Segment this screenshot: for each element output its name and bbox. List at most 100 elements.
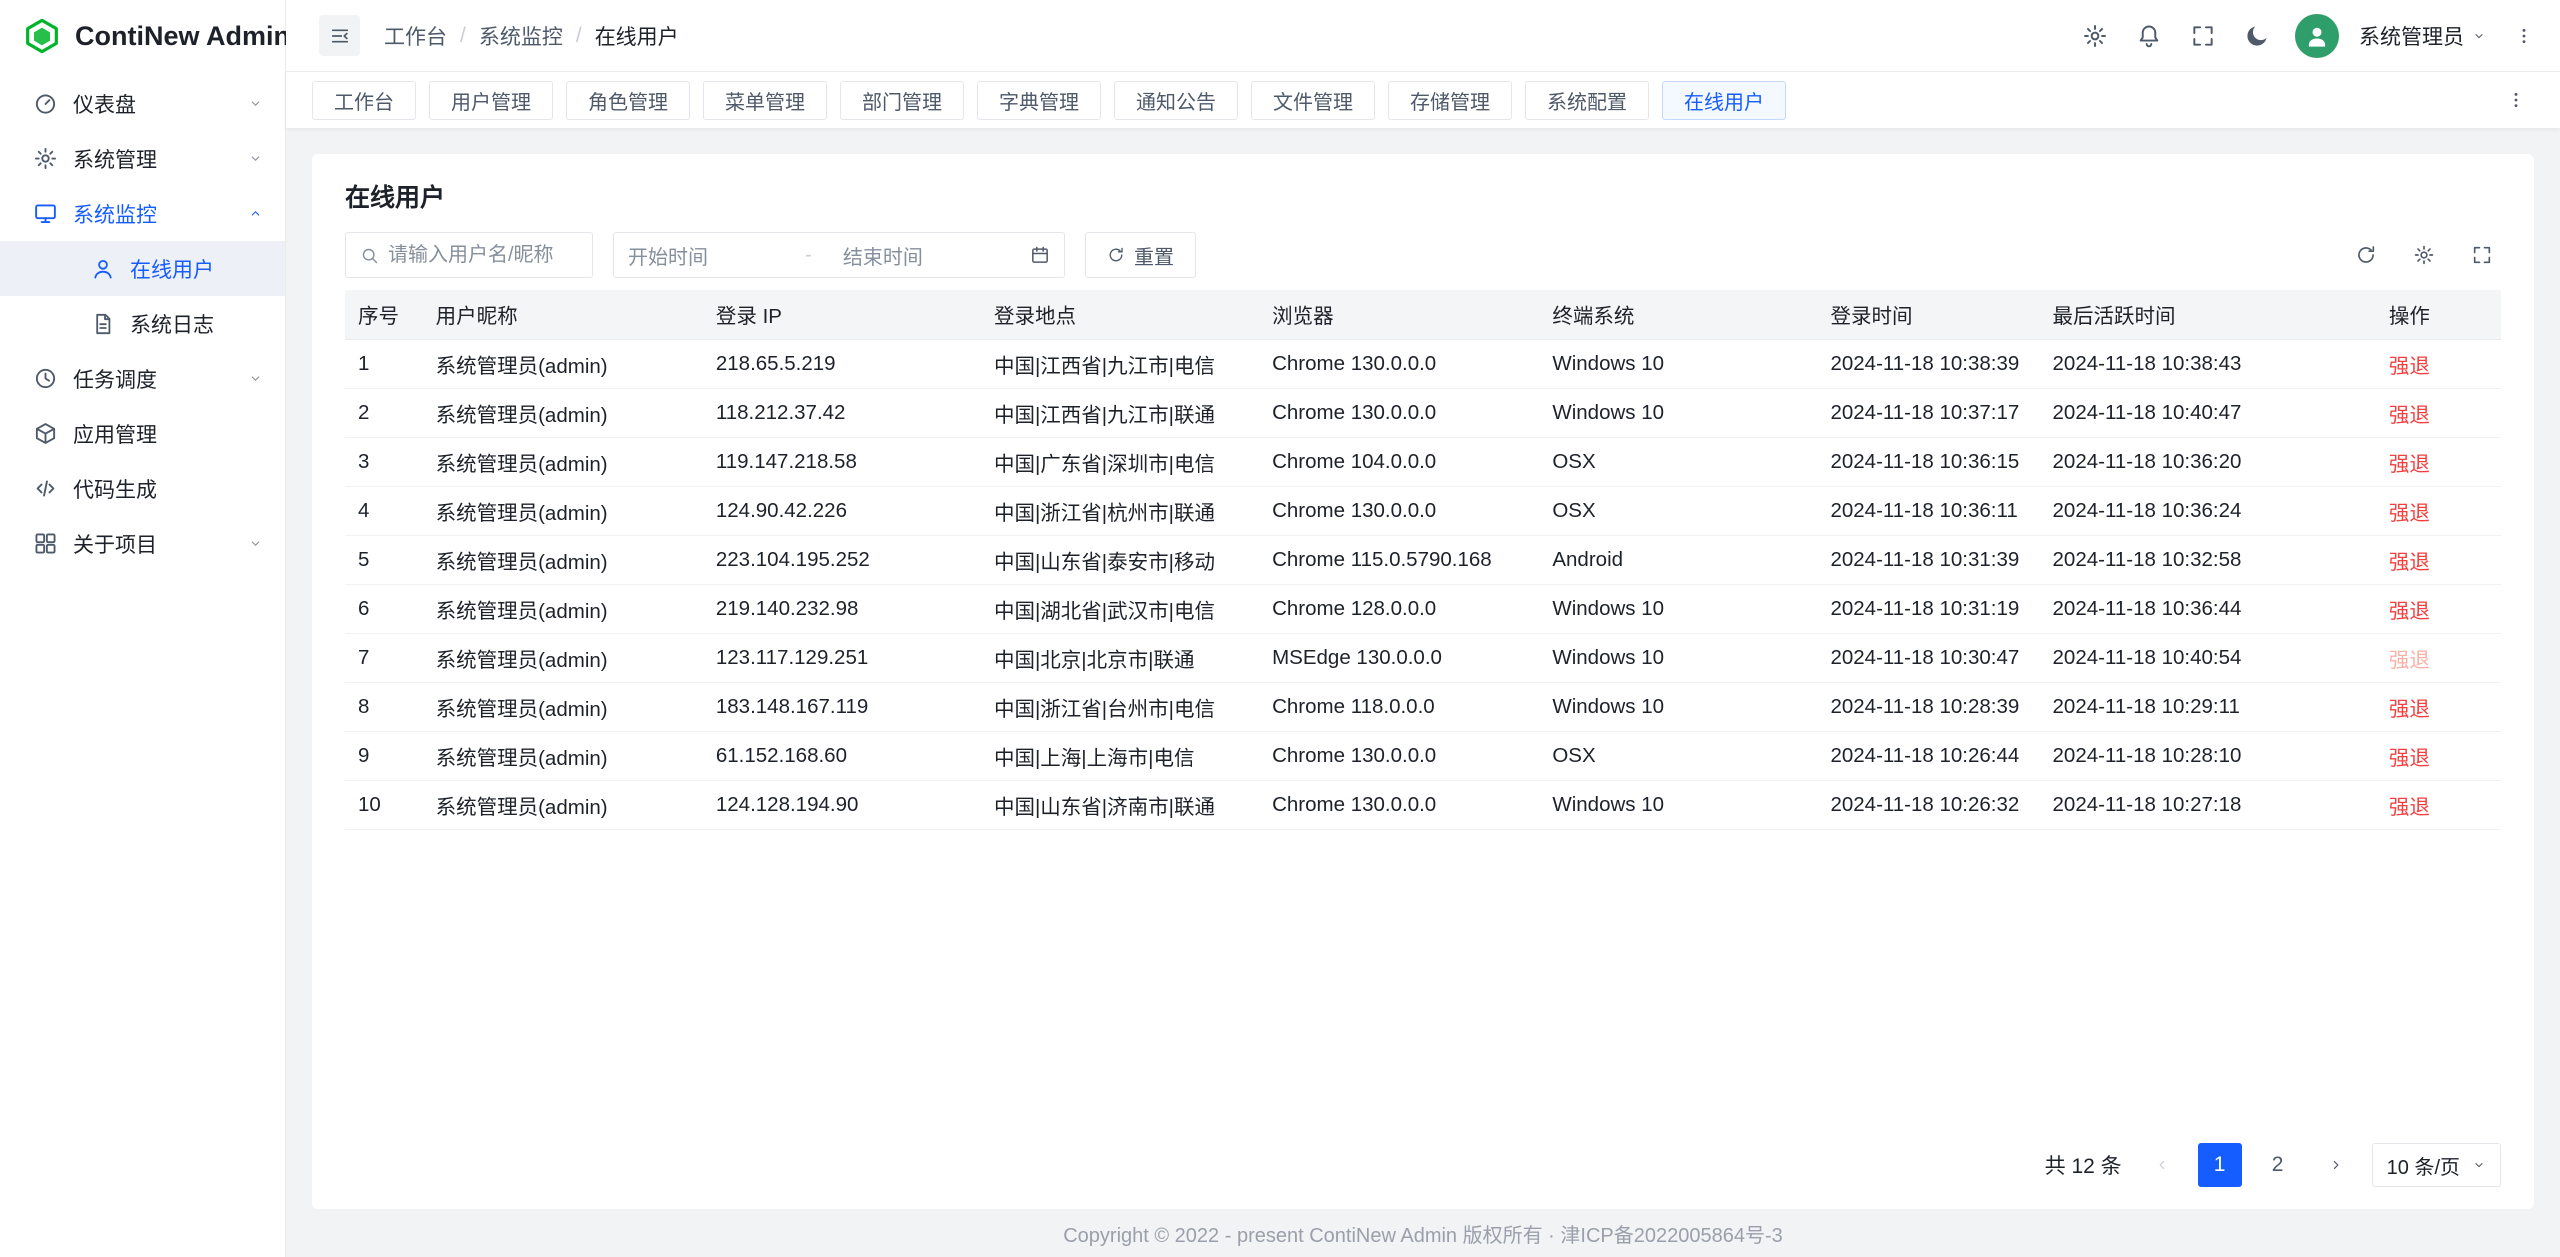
table-cell: 1 <box>345 339 423 388</box>
tab-系统配置[interactable]: 系统配置 <box>1525 81 1649 120</box>
sidebar-item-系统管理[interactable]: 系统管理 <box>0 131 285 186</box>
table-cell: 系统管理员(admin) <box>423 633 703 682</box>
sidebar-item-代码生成[interactable]: 代码生成 <box>0 461 285 516</box>
force-logout-link[interactable]: 强退 <box>2389 355 2430 378</box>
table-cell: 系统管理员(admin) <box>423 339 703 388</box>
tab-字典管理[interactable]: 字典管理 <box>977 81 1101 120</box>
column-header: 用户昵称 <box>423 290 703 339</box>
table-cell: 2024-11-18 10:38:43 <box>2040 339 2376 388</box>
fullscreen-button[interactable] <box>2181 14 2225 58</box>
table-settings-button[interactable] <box>2405 236 2443 274</box>
user-menu[interactable]: 系统管理员 <box>2359 21 2486 51</box>
date-range-picker[interactable]: 开始时间 - 结束时间 <box>613 232 1065 278</box>
pagination-next-button[interactable] <box>2314 1143 2358 1187</box>
pagination-page-2[interactable]: 2 <box>2256 1143 2300 1187</box>
table-cell: Windows 10 <box>1539 633 1817 682</box>
reset-button[interactable]: 重置 <box>1085 232 1196 278</box>
table-row: 8系统管理员(admin)183.148.167.119中国|浙江省|台州市|电… <box>345 682 2501 731</box>
dark-mode-button[interactable] <box>2235 14 2279 58</box>
table-cell: 2024-11-18 10:36:20 <box>2040 437 2376 486</box>
table-cell: 3 <box>345 437 423 486</box>
notification-button[interactable] <box>2127 14 2171 58</box>
dashboard-icon <box>33 91 58 116</box>
force-logout-link[interactable]: 强退 <box>2389 796 2430 819</box>
sidebar-item-label: 系统管理 <box>73 144 233 174</box>
page-size-select[interactable]: 10 条/页 <box>2372 1143 2501 1187</box>
table-cell: 2024-11-18 10:36:15 <box>1817 437 2039 486</box>
header-more-button[interactable] <box>2502 14 2546 58</box>
force-logout-link[interactable]: 强退 <box>2389 502 2430 525</box>
force-logout-link[interactable]: 强退 <box>2389 747 2430 770</box>
table-row: 6系统管理员(admin)219.140.232.98中国|湖北省|武汉市|电信… <box>345 584 2501 633</box>
header-settings-button[interactable] <box>2073 14 2117 58</box>
tab-more-button[interactable] <box>2498 82 2534 118</box>
monitor-icon <box>33 201 58 226</box>
force-logout-link[interactable]: 强退 <box>2389 404 2430 427</box>
sidebar-item-label: 代码生成 <box>73 474 263 504</box>
breadcrumb-item[interactable]: 工作台 <box>384 21 447 51</box>
tab-工作台[interactable]: 工作台 <box>312 81 416 120</box>
breadcrumb-item[interactable]: 系统监控 <box>479 21 563 51</box>
sidebar-item-仪表盘[interactable]: 仪表盘 <box>0 76 285 131</box>
table-cell-action: 强退 <box>2376 731 2501 780</box>
sidebar-item-系统监控[interactable]: 系统监控 <box>0 186 285 241</box>
table-cell: 2024-11-18 10:26:44 <box>1817 731 2039 780</box>
schedule-icon <box>33 366 58 391</box>
table-cell: 系统管理员(admin) <box>423 584 703 633</box>
table-cell: 5 <box>345 535 423 584</box>
sidebar-item-任务调度[interactable]: 任务调度 <box>0 351 285 406</box>
tab-在线用户[interactable]: 在线用户 <box>1662 81 1786 120</box>
chevron-left-icon <box>2154 1157 2170 1173</box>
pagination: 共 12 条1210 条/页 <box>345 1143 2501 1187</box>
table-cell: 系统管理员(admin) <box>423 780 703 829</box>
tab-文件管理[interactable]: 文件管理 <box>1251 81 1375 120</box>
column-header: 序号 <box>345 290 423 339</box>
table-row: 1系统管理员(admin)218.65.5.219中国|江西省|九江市|电信Ch… <box>345 339 2501 388</box>
tab-用户管理[interactable]: 用户管理 <box>429 81 553 120</box>
table-row: 4系统管理员(admin)124.90.42.226中国|浙江省|杭州市|联通C… <box>345 486 2501 535</box>
sidebar-subitem-系统日志[interactable]: 系统日志 <box>0 296 285 351</box>
force-logout-link[interactable]: 强退 <box>2389 551 2430 574</box>
breadcrumb-item[interactable]: 在线用户 <box>595 21 679 51</box>
tab-部门管理[interactable]: 部门管理 <box>840 81 964 120</box>
table-cell-action: 强退 <box>2376 486 2501 535</box>
table-refresh-button[interactable] <box>2347 236 2385 274</box>
sidebar-item-关于项目[interactable]: 关于项目 <box>0 516 285 571</box>
sidebar-subitem-在线用户[interactable]: 在线用户 <box>0 241 285 296</box>
column-header: 终端系统 <box>1539 290 1817 339</box>
table-cell: Windows 10 <box>1539 682 1817 731</box>
sidebar-item-应用管理[interactable]: 应用管理 <box>0 406 285 461</box>
table-cell: Windows 10 <box>1539 584 1817 633</box>
tab-菜单管理[interactable]: 菜单管理 <box>703 81 827 120</box>
tab-角色管理[interactable]: 角色管理 <box>566 81 690 120</box>
table-cell-action: 强退 <box>2376 682 2501 731</box>
sidebar-collapse-button[interactable] <box>319 15 360 56</box>
table-cell: 中国|广东省|深圳市|电信 <box>981 437 1259 486</box>
chevron-down-icon <box>2472 1158 2486 1172</box>
table-cell: OSX <box>1539 437 1817 486</box>
table-cell: 119.147.218.58 <box>703 437 981 486</box>
avatar[interactable] <box>2295 14 2339 58</box>
pagination-page-1[interactable]: 1 <box>2198 1143 2242 1187</box>
sidebar-item-label: 仪表盘 <box>73 89 233 119</box>
table-cell: 2024-11-18 10:29:11 <box>2040 682 2376 731</box>
force-logout-link[interactable]: 强退 <box>2389 649 2430 672</box>
force-logout-link[interactable]: 强退 <box>2389 453 2430 476</box>
table-header-row: 序号用户昵称登录 IP登录地点浏览器终端系统登录时间最后活跃时间操作 <box>345 290 2501 339</box>
force-logout-link[interactable]: 强退 <box>2389 600 2430 623</box>
table-cell: 183.148.167.119 <box>703 682 981 731</box>
table-row: 7系统管理员(admin)123.117.129.251中国|北京|北京市|联通… <box>345 633 2501 682</box>
code-icon <box>33 476 58 501</box>
tab-存储管理[interactable]: 存储管理 <box>1388 81 1512 120</box>
sidebar-item-label: 系统监控 <box>73 199 233 229</box>
table-row: 3系统管理员(admin)119.147.218.58中国|广东省|深圳市|电信… <box>345 437 2501 486</box>
table-row: 2系统管理员(admin)118.212.37.42中国|江西省|九江市|联通C… <box>345 388 2501 437</box>
table-fullscreen-button[interactable] <box>2463 236 2501 274</box>
chevron-down-icon <box>248 371 263 386</box>
force-logout-link[interactable]: 强退 <box>2389 698 2430 721</box>
tab-通知公告[interactable]: 通知公告 <box>1114 81 1238 120</box>
reset-button-label: 重置 <box>1134 241 1174 270</box>
start-time-placeholder: 开始时间 <box>628 241 796 270</box>
search-input[interactable] <box>388 244 578 267</box>
pagination-prev-button[interactable] <box>2140 1143 2184 1187</box>
